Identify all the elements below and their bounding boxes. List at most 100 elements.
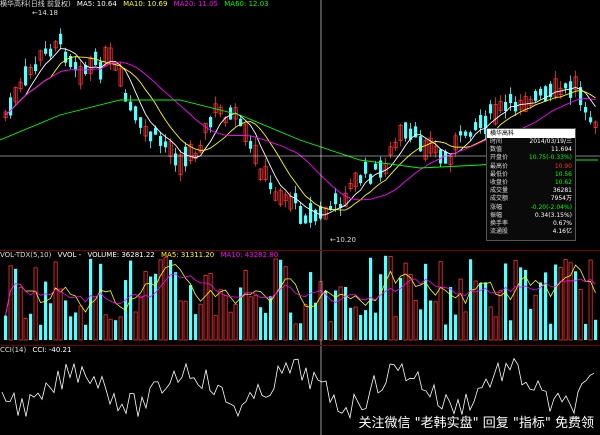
info-row-key: 成交额	[490, 195, 509, 203]
info-row-value: 0.67%	[552, 220, 572, 228]
volume-bar	[433, 301, 438, 341]
volume-bar	[309, 272, 313, 340]
volume-bar	[454, 314, 458, 340]
volume-bar	[18, 287, 23, 341]
volume-bar	[49, 303, 53, 340]
candle-body	[589, 117, 593, 123]
info-row-key: 开盘价	[490, 154, 509, 162]
candle-body	[74, 62, 78, 71]
info-row: 流通股 4.16亿	[487, 228, 575, 236]
volume-bar	[479, 282, 483, 340]
volume-bar	[578, 288, 583, 341]
candle-body	[544, 86, 548, 102]
info-panel-title: 横华高科	[487, 129, 575, 138]
candle-body	[299, 206, 303, 224]
volume-bar	[594, 319, 598, 340]
high-price-label: ←14.18	[32, 9, 58, 17]
info-row-value: 0.34(3.15%)	[534, 211, 572, 219]
volume-bar	[424, 263, 428, 340]
candle-body	[539, 88, 543, 96]
volume-bar	[178, 300, 183, 341]
volume-bar	[349, 307, 353, 340]
candle-body	[374, 163, 378, 170]
candle-body	[209, 117, 213, 128]
info-row-key: 涨幅	[490, 203, 503, 211]
candle-body	[469, 132, 473, 137]
candle-body	[534, 91, 538, 101]
volume-bar	[519, 267, 523, 340]
volume-bar	[198, 303, 203, 341]
volume-bar	[194, 314, 198, 340]
volume-bar	[143, 271, 148, 341]
volume-bar	[539, 282, 543, 340]
info-row-value: 11.694	[551, 146, 572, 154]
volume-bar	[314, 302, 318, 340]
volume-bar	[369, 257, 373, 340]
volume-bar	[588, 259, 593, 341]
candle-body	[249, 141, 253, 149]
info-row-value: 2014/03/19/三	[529, 138, 572, 145]
volume-bar	[379, 274, 383, 340]
candle-body	[444, 151, 448, 164]
volume-bar	[223, 295, 228, 341]
volume-bar	[239, 287, 243, 340]
volume-bar	[183, 300, 188, 341]
volume-bar	[509, 320, 513, 340]
volume-bar	[498, 290, 503, 341]
quote-info-panel: 横华高科 时间 2014/03/19/三 数值 11.694 开盘价 10.75(-0.3…	[486, 128, 576, 241]
volume-bar	[408, 274, 413, 341]
volume-bar	[78, 305, 83, 341]
cci-legend: CCI(14) CCI: -40.21	[0, 346, 75, 355]
high-price-value: 14.18	[37, 9, 58, 17]
info-row-value: -0.20(-2.04%)	[530, 203, 572, 211]
volume-bar	[253, 295, 258, 341]
main-legend-title: 横华高科(日线 前复权)	[0, 0, 71, 8]
legend-ma10: MA10: 10.69	[123, 0, 168, 8]
volume-bar	[393, 316, 398, 341]
candle-body	[59, 33, 63, 45]
candle-body	[164, 141, 168, 148]
volume-bar	[248, 296, 253, 341]
candle-body	[474, 122, 478, 131]
candle-body	[129, 101, 133, 111]
volume-bar	[84, 324, 88, 340]
cci-polyline	[1, 357, 595, 420]
candle-body	[9, 97, 13, 116]
low-price-label: ←10.20	[330, 236, 356, 244]
legend-ma60: MA60: 12.03	[224, 0, 269, 8]
volume-legend: VOL-TDX(5,10) VVOL - VOLUME: 36281.22 MA…	[0, 251, 282, 260]
candle-body	[269, 182, 273, 190]
volume-bar	[419, 309, 423, 340]
volume-bar	[89, 258, 93, 340]
info-row: 收盘价 10.62	[487, 179, 575, 187]
volume-bar	[69, 316, 73, 340]
candle-body	[334, 193, 338, 205]
volume-bar	[458, 278, 463, 341]
candle-body	[184, 146, 188, 167]
volume-bar	[533, 294, 538, 341]
volume-bar	[103, 314, 108, 341]
volume-bar	[243, 270, 248, 341]
info-row-key: 最高价	[490, 162, 509, 170]
volume-bar	[108, 318, 113, 341]
volume-bar	[283, 266, 288, 341]
volume-bar	[133, 311, 138, 341]
candle-body	[584, 106, 588, 113]
volume-bar	[429, 300, 433, 340]
legend-volume: VOLUME: 36281.22	[87, 251, 155, 259]
volume-bar	[293, 323, 298, 341]
main-legend: 横华高科(日线 前复权) MA5: 10.64 MA10: 10.69 MA20…	[0, 0, 273, 9]
legend-ma5: MA5: 10.64	[76, 0, 117, 8]
volume-bar	[488, 306, 493, 341]
info-row: 开盘价 10.75(-0.33%)	[487, 154, 575, 162]
volume-bar	[218, 289, 223, 341]
volume-bar	[8, 265, 13, 341]
candle-body	[509, 94, 513, 104]
volume-bar	[138, 295, 143, 341]
cci-line	[1, 357, 595, 420]
volume-bar	[213, 315, 218, 341]
candle-body	[159, 135, 163, 146]
info-row: 最低价 10.56	[487, 171, 575, 179]
volume-bar	[484, 282, 488, 340]
legend-cci: CCI: -40.21	[32, 346, 72, 354]
